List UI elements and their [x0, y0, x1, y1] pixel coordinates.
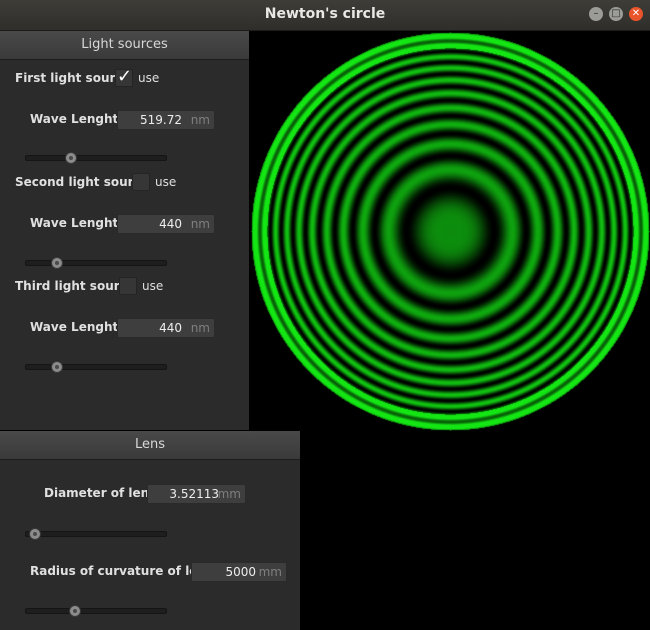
light-sources-panel: Light sources First light source ✓ use W…: [0, 31, 249, 430]
first-wave-length-slider-thumb[interactable]: [65, 152, 77, 164]
third-wave-length-value: 440: [159, 321, 182, 335]
light-sources-heading: Light sources: [0, 31, 249, 60]
maximize-icon[interactable]: □: [609, 7, 623, 21]
third-light-source-label: Third light source: [15, 279, 135, 293]
third-light-source-use-label: use: [142, 279, 164, 293]
third-light-source-checkbox[interactable]: [119, 277, 137, 295]
window-title: Newton's circle: [264, 6, 386, 22]
radius-label: Radius of curvature of lens:: [30, 564, 218, 578]
second-wave-length-field[interactable]: 440 nm: [117, 214, 215, 234]
close-icon[interactable]: ✕: [629, 7, 643, 21]
first-light-source-checkbox[interactable]: ✓: [115, 66, 133, 87]
second-wave-length-slider[interactable]: [25, 257, 167, 269]
first-wave-length-slider[interactable]: [25, 152, 167, 164]
first-light-source-use-label: use: [138, 71, 160, 85]
third-wave-length-slider[interactable]: [25, 361, 167, 373]
lens-panel: Lens Diameter of lens: 3.52113 mm Radius…: [0, 431, 300, 630]
second-wave-length-slider-thumb[interactable]: [50, 257, 63, 269]
first-wave-length-label: Wave Lenght:: [30, 112, 124, 126]
first-wave-length-field[interactable]: 519.72 nm: [117, 110, 215, 130]
radius-unit: mm: [258, 565, 282, 579]
second-light-source-use-label: use: [155, 175, 177, 189]
diameter-unit: mm: [217, 487, 241, 501]
radius-value: 5000: [225, 565, 256, 579]
third-wave-length-label: Wave Lenght:: [30, 320, 124, 334]
checkmark-icon: ✓: [117, 66, 133, 87]
newton-rings-view: [250, 31, 650, 431]
radius-slider-thumb[interactable]: [68, 605, 81, 617]
first-wave-length-value: 519.72: [140, 113, 182, 127]
second-light-source-label: Second light source: [15, 175, 149, 189]
lens-heading: Lens: [0, 431, 300, 460]
first-light-source-label: First light source: [15, 71, 131, 85]
diameter-value: 3.52113: [169, 487, 219, 501]
title-bar: Newton's circle – □ ✕: [0, 0, 650, 31]
second-wave-length-label: Wave Lenght:: [30, 216, 124, 230]
first-wave-length-unit: nm: [190, 113, 210, 127]
third-wave-length-slider-thumb[interactable]: [50, 361, 63, 373]
radius-slider[interactable]: [25, 605, 167, 617]
minimize-icon[interactable]: –: [589, 7, 603, 21]
second-wave-length-unit: nm: [190, 217, 210, 231]
third-wave-length-field[interactable]: 440 nm: [117, 318, 215, 338]
diameter-slider-thumb[interactable]: [28, 528, 41, 540]
second-wave-length-value: 440: [159, 217, 182, 231]
diameter-slider[interactable]: [25, 528, 167, 540]
second-light-source-checkbox[interactable]: [132, 173, 150, 191]
third-wave-length-unit: nm: [190, 321, 210, 335]
diameter-field[interactable]: 3.52113 mm: [147, 484, 246, 504]
radius-field[interactable]: 5000 mm: [191, 562, 287, 582]
diameter-label: Diameter of lens:: [44, 486, 162, 500]
